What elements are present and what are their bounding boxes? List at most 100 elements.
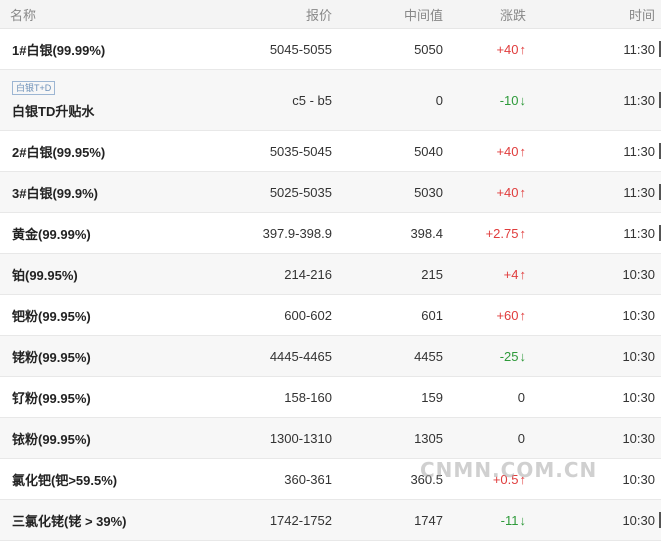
arrow-up-icon: ↑ xyxy=(519,41,527,57)
row-change: -10 ↓ xyxy=(500,70,526,130)
row-name[interactable]: 2#白银(99.95%) xyxy=(12,131,242,171)
row-change: 0 xyxy=(518,418,526,458)
row-name-cell: 白银T+D 白银TD升贴水 xyxy=(12,70,242,130)
row-name[interactable]: 3#白银(99.9%) xyxy=(12,172,242,212)
row-time: 10:30 xyxy=(622,512,655,528)
row-quote: 4445-4465 xyxy=(269,348,332,364)
row-change: +40 ↑ xyxy=(496,29,526,69)
arrow-down-icon: ↓ xyxy=(519,92,527,108)
row-quote: 214-216 xyxy=(284,266,332,282)
row-change: +0.5 ↑ xyxy=(493,459,526,499)
row-quote: 5035-5045 xyxy=(269,143,332,159)
change-value: +2.75 xyxy=(485,225,519,241)
row-mid: 1305 xyxy=(414,430,443,446)
row-name[interactable]: 三氯化铑(铑 > 39%) xyxy=(12,500,242,540)
row-mid: 5030 xyxy=(414,184,443,200)
table-row[interactable]: 钌粉(99.95%) 158-160 159 0 10:30 xyxy=(0,377,661,418)
row-mid: 5040 xyxy=(414,143,443,159)
row-name[interactable]: 白银TD升贴水 xyxy=(12,101,94,120)
table-row[interactable]: 氯化钯(钯>59.5%) 360-361 360.5 +0.5 ↑ 10:30 xyxy=(0,459,661,500)
row-time: 11:30 xyxy=(623,143,655,159)
row-time: 11:30 xyxy=(623,184,655,200)
arrow-up-icon: ↑ xyxy=(519,266,527,282)
table-row[interactable]: 铱粉(99.95%) 1300-1310 1305 0 10:30 xyxy=(0,418,661,459)
change-value: +40 xyxy=(496,143,519,159)
row-quote: c5 - b5 xyxy=(292,92,332,108)
change-value: +60 xyxy=(496,307,519,323)
row-mid: 4455 xyxy=(414,348,443,364)
row-name[interactable]: 氯化钯(钯>59.5%) xyxy=(12,459,242,499)
row-change: +2.75 ↑ xyxy=(486,213,526,253)
row-name[interactable]: 钌粉(99.95%) xyxy=(12,377,242,417)
arrow-up-icon: ↑ xyxy=(519,307,527,323)
header-change[interactable]: 涨跌 xyxy=(500,0,526,28)
change-value: 0 xyxy=(517,389,525,405)
row-time: 10:30 xyxy=(622,307,655,323)
row-name[interactable]: 钯粉(99.95%) xyxy=(12,295,242,335)
row-mid: 159 xyxy=(421,389,443,405)
change-value: +0.5 xyxy=(492,471,519,487)
row-name[interactable]: 黄金(99.99%) xyxy=(12,213,242,253)
change-value: +40 xyxy=(496,184,519,200)
row-name[interactable]: 铂(99.95%) xyxy=(12,254,242,294)
row-mid: 398.4 xyxy=(410,225,443,241)
row-quote: 5045-5055 xyxy=(269,41,332,57)
row-mid: 215 xyxy=(421,266,443,282)
row-quote: 1742-1752 xyxy=(269,512,332,528)
arrow-down-icon: ↓ xyxy=(519,512,527,528)
row-quote: 397.9-398.9 xyxy=(262,225,332,241)
table-row[interactable]: 铑粉(99.95%) 4445-4465 4455 -25 ↓ 10:30 xyxy=(0,336,661,377)
table-header: 名称 报价 中间值 涨跌 时间 xyxy=(0,0,661,29)
row-time: 10:30 xyxy=(622,471,655,487)
arrow-up-icon: ↑ xyxy=(519,184,527,200)
row-mid: 601 xyxy=(421,307,443,323)
header-name[interactable]: 名称 xyxy=(10,0,240,28)
row-change: +60 ↑ xyxy=(496,295,526,335)
change-value: 0 xyxy=(517,430,525,446)
change-value: +4 xyxy=(503,266,519,282)
row-time: 10:30 xyxy=(622,389,655,405)
table-row[interactable]: 铂(99.95%) 214-216 215 +4 ↑ 10:30 xyxy=(0,254,661,295)
row-mid: 1747 xyxy=(414,512,443,528)
row-quote: 360-361 xyxy=(284,471,332,487)
row-quote: 158-160 xyxy=(284,389,332,405)
contract-badge: 白银T+D xyxy=(12,80,56,95)
table-row[interactable]: 钯粉(99.95%) 600-602 601 +60 ↑ 10:30 xyxy=(0,295,661,336)
row-name[interactable]: 1#白银(99.99%) xyxy=(12,29,242,69)
table-row[interactable]: 1#白银(99.99%) 5045-5055 5050 +40 ↑ 11:30 xyxy=(0,29,661,70)
row-mid: 0 xyxy=(435,92,443,108)
row-name[interactable]: 铑粉(99.95%) xyxy=(12,336,242,376)
row-time: 10:30 xyxy=(622,266,655,282)
row-time: 11:30 xyxy=(623,41,655,57)
header-quote[interactable]: 报价 xyxy=(306,0,332,28)
change-value: -25 xyxy=(499,348,519,364)
table-row[interactable]: 黄金(99.99%) 397.9-398.9 398.4 +2.75 ↑ 11:3… xyxy=(0,213,661,254)
row-change: +4 ↑ xyxy=(504,254,526,294)
row-mid: 360.5 xyxy=(410,471,443,487)
arrow-down-icon: ↓ xyxy=(519,348,527,364)
header-mid[interactable]: 中间值 xyxy=(404,0,443,28)
row-mid: 5050 xyxy=(414,41,443,57)
arrow-up-icon: ↑ xyxy=(519,471,527,487)
row-change: +40 ↑ xyxy=(496,172,526,212)
change-value: -11 xyxy=(500,512,519,528)
row-name[interactable]: 铱粉(99.95%) xyxy=(12,418,242,458)
price-table: 名称 报价 中间值 涨跌 时间 1#白银(99.99%) 5045-5055 5… xyxy=(0,0,661,541)
row-quote: 5025-5035 xyxy=(269,184,332,200)
row-quote: 1300-1310 xyxy=(269,430,332,446)
row-change: -25 ↓ xyxy=(500,336,526,376)
row-time: 10:30 xyxy=(622,348,655,364)
header-time[interactable]: 时间 xyxy=(629,0,655,28)
table-row[interactable]: 三氯化铑(铑 > 39%) 1742-1752 1747 -11 ↓ 10:30 xyxy=(0,500,661,541)
arrow-up-icon: ↑ xyxy=(519,225,527,241)
row-change: -11 ↓ xyxy=(501,500,526,540)
change-value: +40 xyxy=(496,41,519,57)
row-time: 11:30 xyxy=(623,225,655,241)
table-row[interactable]: 2#白银(99.95%) 5035-5045 5040 +40 ↑ 11:30 xyxy=(0,131,661,172)
row-time: 10:30 xyxy=(622,430,655,446)
table-row[interactable]: 白银T+D 白银TD升贴水 c5 - b5 0 -10 ↓ 11:30 xyxy=(0,70,661,131)
arrow-up-icon: ↑ xyxy=(519,143,527,159)
table-row[interactable]: 3#白银(99.9%) 5025-5035 5030 +40 ↑ 11:30 xyxy=(0,172,661,213)
change-value: -10 xyxy=(499,92,519,108)
row-change: 0 xyxy=(518,377,526,417)
